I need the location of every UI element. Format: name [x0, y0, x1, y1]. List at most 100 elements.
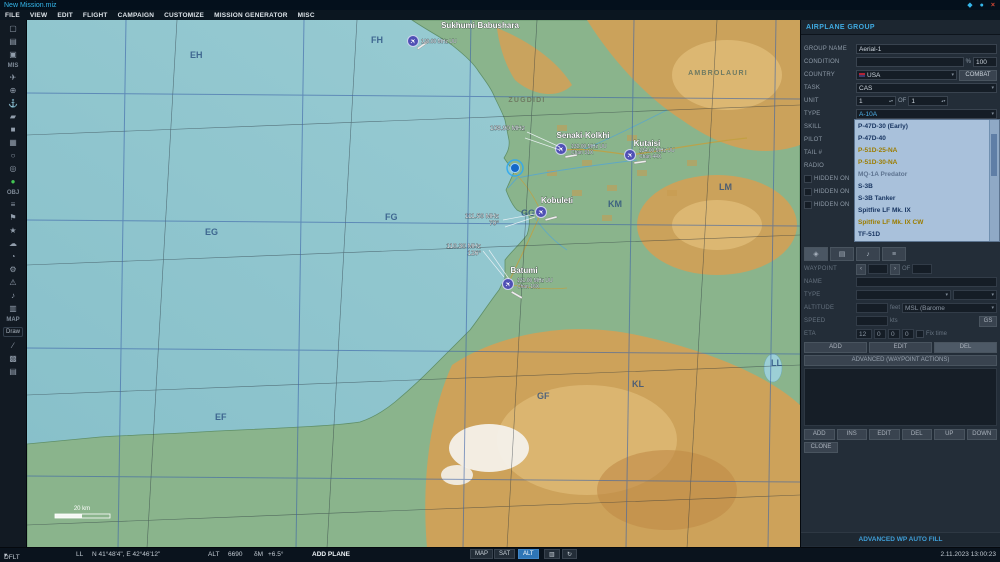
- unit-count-stepper[interactable]: 1 ▴▾: [856, 96, 896, 106]
- eta-minutes-input[interactable]: 0: [874, 329, 886, 339]
- dropdown-item-spitfire-cw[interactable]: Spitfire LF Mk. IX CW: [855, 217, 989, 229]
- waypoint-next-button[interactable]: ›: [890, 264, 900, 275]
- wp-add-button[interactable]: ADD: [804, 342, 867, 353]
- time-icon[interactable]: ◔: [3, 250, 24, 263]
- sat-view-button[interactable]: SAT: [494, 549, 515, 559]
- waypoint-prev-button[interactable]: ‹: [856, 264, 866, 275]
- aircraft-icon[interactable]: ✈: [3, 71, 24, 84]
- dropdown-scrollbar[interactable]: [989, 120, 999, 241]
- list-add-button[interactable]: ADD: [804, 429, 835, 440]
- dropdown-item-p51d25[interactable]: P-51D-25-NA: [855, 144, 989, 156]
- dropdown-item-spitfire[interactable]: Spitfire LF Mk. IX: [855, 205, 989, 217]
- map-view-button[interactable]: MAP: [470, 549, 493, 559]
- list-del-button[interactable]: DEL: [902, 429, 933, 440]
- waypoint-number-input[interactable]: [868, 264, 888, 274]
- save-mission-icon[interactable]: ▣: [3, 48, 24, 61]
- hidden-on-checkbox-3[interactable]: [804, 201, 812, 209]
- menu-mission-generator[interactable]: MISSION GENERATOR: [214, 12, 288, 19]
- waypoint-total-input[interactable]: [912, 264, 932, 274]
- new-mission-icon[interactable]: ▢: [3, 22, 24, 35]
- sound-icon[interactable]: ♪: [3, 289, 24, 302]
- group-name-input[interactable]: Aerial-1: [856, 44, 997, 54]
- menu-misc[interactable]: MISC: [298, 12, 315, 19]
- ship-icon[interactable]: ⚓: [3, 97, 24, 110]
- dropdown-item-p47d40[interactable]: P-47D-40: [855, 132, 989, 144]
- eta-ms-input[interactable]: 0: [902, 329, 914, 339]
- wp-name-input[interactable]: [856, 277, 997, 287]
- menu-file[interactable]: FILE: [5, 12, 20, 19]
- network-icon[interactable]: ◆: [967, 2, 972, 9]
- menu-customize[interactable]: CUSTOMIZE: [164, 12, 204, 19]
- refresh-icon[interactable]: ↻: [562, 549, 577, 559]
- waypoint-list[interactable]: [804, 368, 997, 426]
- hidden-on-checkbox-2[interactable]: [804, 188, 812, 196]
- list-edit-button[interactable]: EDIT: [869, 429, 900, 440]
- triggers-icon[interactable]: ⚑: [3, 211, 24, 224]
- failures-icon[interactable]: ⚠: [3, 276, 24, 289]
- payload-tab-icon[interactable]: ▤: [830, 247, 854, 261]
- menu-campaign[interactable]: CAMPAIGN: [118, 12, 155, 19]
- summary-tab-icon[interactable]: ≡: [882, 247, 906, 261]
- condition-input[interactable]: [856, 57, 964, 67]
- clone-button[interactable]: CLONE: [804, 442, 838, 453]
- speed-input[interactable]: [856, 316, 888, 326]
- weather-icon[interactable]: ☁: [3, 237, 24, 250]
- advanced-wp-auto-fill-button[interactable]: ADVANCED WP AUTO FILL: [801, 532, 1000, 546]
- scrollbar-thumb[interactable]: [991, 134, 997, 176]
- dropdown-item-p47d30[interactable]: P-47D-30 (Early): [855, 120, 989, 132]
- coord-format-select[interactable]: DFLT ▾: [4, 551, 7, 559]
- user-icon[interactable]: ●: [980, 2, 984, 9]
- start-position-icon[interactable]: ●: [3, 175, 24, 188]
- unit-list-icon[interactable]: ≡: [3, 198, 24, 211]
- layers-icon[interactable]: ▤: [3, 365, 24, 378]
- goals-icon[interactable]: ★: [3, 224, 24, 237]
- vehicle-icon[interactable]: ▰: [3, 110, 24, 123]
- eta-hours-input[interactable]: 12: [856, 329, 872, 339]
- list-up-button[interactable]: UP: [934, 429, 965, 440]
- aircraft-type-select[interactable]: A-10A ▾: [856, 109, 997, 119]
- ruler-icon[interactable]: ∕: [3, 339, 24, 352]
- menu-flight[interactable]: FLIGHT: [83, 12, 108, 19]
- eta-seconds-input[interactable]: 0: [888, 329, 900, 339]
- map-canvas[interactable]: EH FH EG FG GG KM LM EF GF KL LL AMBROLA…: [27, 20, 800, 548]
- dropdown-item-tf51d[interactable]: TF-51D: [855, 229, 989, 241]
- altitude-input[interactable]: [856, 303, 888, 313]
- dropdown-item-mq1a[interactable]: MQ-1A Predator: [855, 168, 989, 180]
- close-icon[interactable]: ×: [991, 2, 995, 9]
- template-icon[interactable]: ▦: [3, 136, 24, 149]
- menu-view[interactable]: VIEW: [30, 12, 47, 19]
- alt-view-button[interactable]: ALT: [518, 549, 539, 559]
- dropdown-item-p51d30[interactable]: P-51D-30-NA: [855, 156, 989, 168]
- static-object-icon[interactable]: ■: [3, 123, 24, 136]
- route-tab-icon[interactable]: ◈: [804, 247, 828, 261]
- fix-time-checkbox[interactable]: [916, 330, 924, 338]
- radio-tab-icon[interactable]: ♪: [856, 247, 880, 261]
- altitude-ref-select[interactable]: MSL (Barome▾: [902, 303, 997, 313]
- advanced-waypoint-actions-button[interactable]: ADVANCED (WAYPOINT ACTIONS): [804, 355, 997, 366]
- list-ins-button[interactable]: INS: [837, 429, 868, 440]
- hidden-on-checkbox-1[interactable]: [804, 175, 812, 183]
- map-layers-icon[interactable]: ▥: [544, 549, 560, 559]
- wp-action-select[interactable]: ▾: [953, 290, 997, 300]
- wp-type-select[interactable]: ▾: [856, 290, 951, 300]
- briefing-icon[interactable]: ▥: [3, 302, 24, 315]
- condition-value-input[interactable]: 100: [973, 57, 997, 67]
- task-select[interactable]: CAS ▾: [856, 83, 997, 93]
- draw-tool-button[interactable]: Draw: [3, 327, 23, 337]
- gs-toggle-button[interactable]: GS: [979, 316, 997, 327]
- bullseye-icon[interactable]: ◎: [3, 162, 24, 175]
- open-mission-icon[interactable]: ▤: [3, 35, 24, 48]
- grid-icon[interactable]: ▩: [3, 352, 24, 365]
- unit-total-stepper[interactable]: 1 ▴▾: [908, 96, 948, 106]
- menu-edit[interactable]: EDIT: [57, 12, 73, 19]
- combat-button[interactable]: COMBAT: [959, 70, 997, 81]
- trigger-zone-icon[interactable]: ○: [3, 149, 24, 162]
- list-down-button[interactable]: DOWN: [967, 429, 998, 440]
- helicopter-icon[interactable]: ⊕: [3, 84, 24, 97]
- wp-del-button[interactable]: DEL: [934, 342, 997, 353]
- dropdown-item-s3b[interactable]: S-3B: [855, 180, 989, 192]
- options-icon[interactable]: ⚙: [3, 263, 24, 276]
- dropdown-item-s3b-tanker[interactable]: S-3B Tanker: [855, 193, 989, 205]
- country-select[interactable]: USA ▾: [856, 70, 957, 80]
- wp-edit-button[interactable]: EDIT: [869, 342, 932, 353]
